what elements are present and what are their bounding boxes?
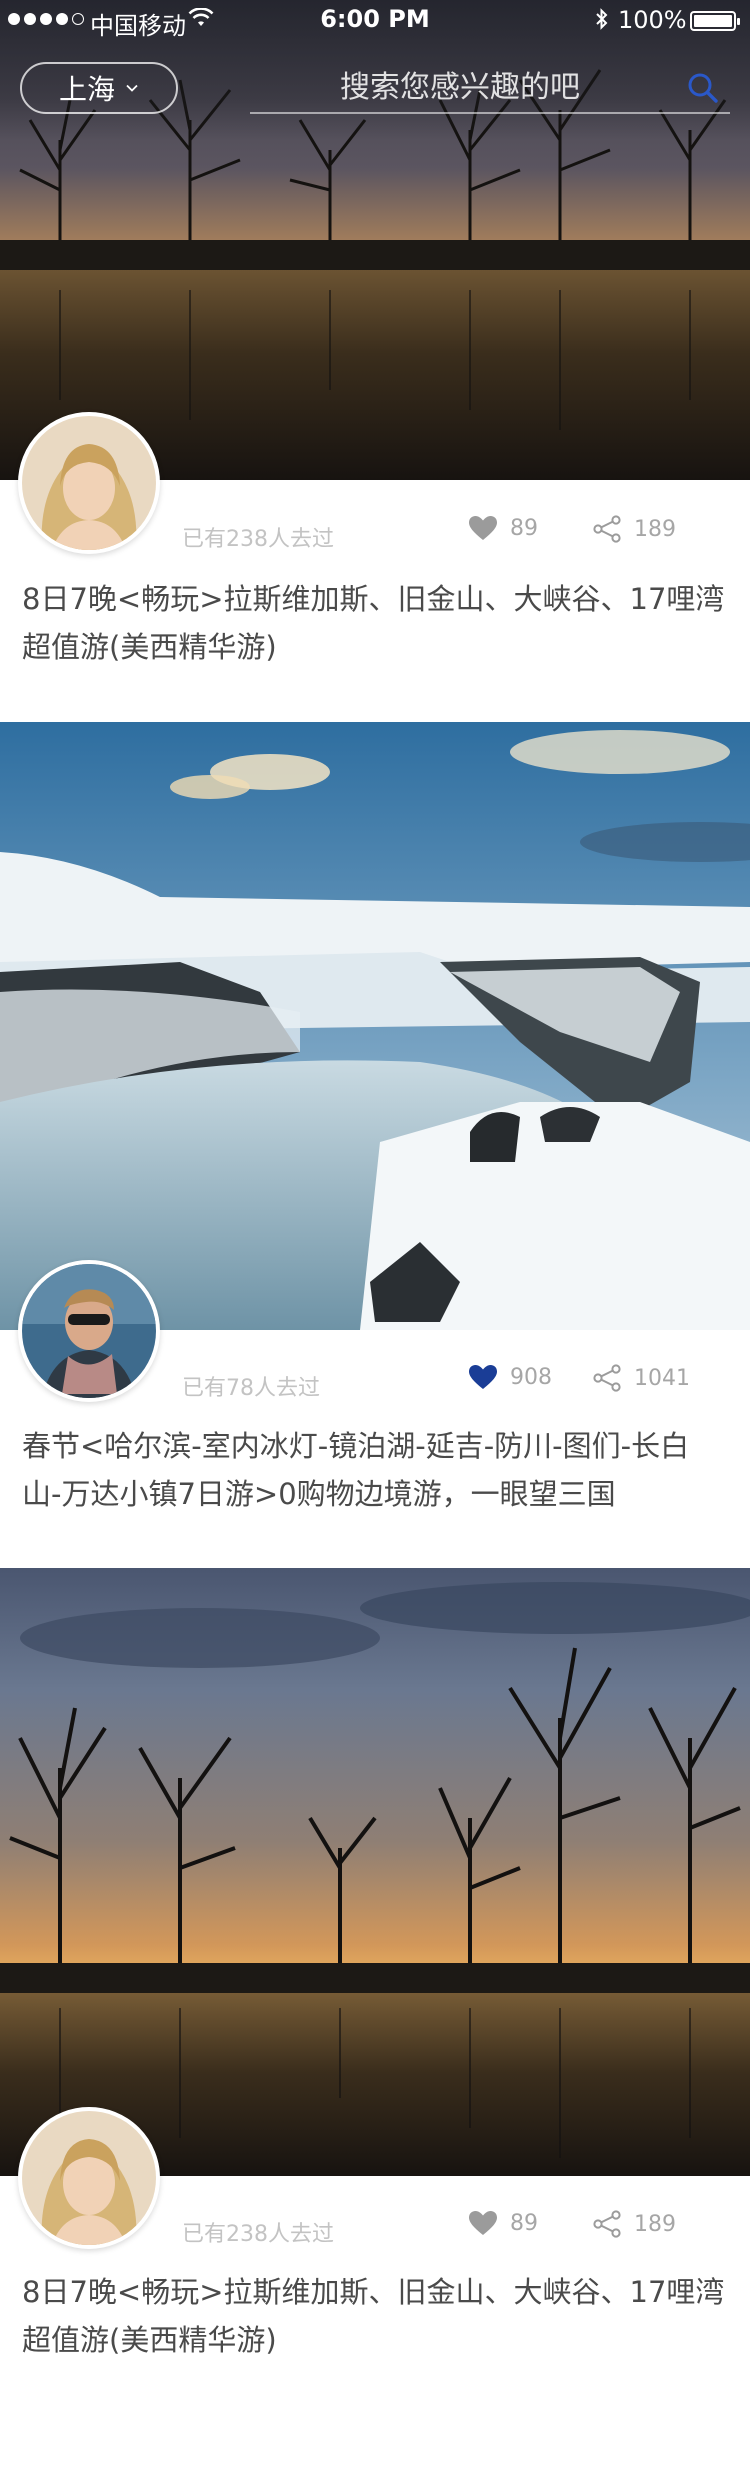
chevron-down-icon [126, 84, 138, 92]
share-count: 189 [634, 516, 676, 542]
like-count: 89 [510, 2210, 538, 2236]
status-bar: 中国移动 6:00 PM 100% [0, 0, 750, 40]
city-selector-button[interactable]: 上海 [20, 62, 178, 114]
share-button[interactable]: 1041 [592, 1364, 690, 1392]
city-label: 上海 [58, 73, 115, 106]
visited-count: 已有238人去过 [182, 2222, 334, 2247]
trip-title[interactable]: 8日7晚<畅玩>拉斯维加斯、旧金山、大峡谷、17哩湾超值游(美西精华游) [22, 2268, 728, 2364]
top-bar: 中国移动 6:00 PM 100% 上海 [0, 0, 750, 140]
trip-meta: 已有78人去过 908 1041 [0, 1364, 750, 1404]
trip-title[interactable]: 春节<哈尔滨-室内冰灯-镜泊湖-延吉-防川-图们-长白山-万达小镇7日游>0购物… [22, 1422, 728, 1518]
battery-icon [690, 11, 740, 31]
share-icon [593, 515, 621, 543]
share-count: 189 [634, 2211, 676, 2237]
like-count: 908 [510, 1364, 552, 1390]
share-icon [593, 1364, 621, 1392]
trip-meta: 已有238人去过 89 189 [0, 2210, 750, 2250]
trip-title[interactable]: 8日7晚<畅玩>拉斯维加斯、旧金山、大峡谷、17哩湾超值游(美西精华游) [22, 575, 728, 671]
trip-cover-image[interactable] [0, 722, 750, 1330]
search-input[interactable] [250, 62, 670, 112]
share-button[interactable]: 189 [592, 2210, 676, 2238]
search-icon[interactable] [686, 71, 720, 105]
like-button[interactable]: 89 [468, 2210, 538, 2236]
heart-icon [469, 1365, 497, 1389]
trip-card[interactable]: 已有78人去过 908 1041 春节<哈尔滨-室内冰灯-镜泊湖-延吉-防川-图… [0, 722, 750, 1568]
trip-meta: 已有238人去过 89 189 [0, 515, 750, 555]
share-icon [593, 2210, 621, 2238]
visited-count: 已有78人去过 [182, 1376, 320, 1401]
share-count: 1041 [634, 1365, 690, 1391]
search-bar [250, 62, 730, 114]
heart-icon [469, 2211, 497, 2235]
like-button[interactable]: 908 [468, 1364, 552, 1390]
share-button[interactable]: 189 [592, 515, 676, 543]
trip-card[interactable]: 已有238人去过 89 189 8日7晚<畅玩>拉斯维加斯、旧金山、大峡谷、17… [0, 1568, 750, 2477]
trip-cover-image[interactable] [0, 1568, 750, 2176]
battery-percentage: 100% [618, 6, 687, 34]
like-count: 89 [510, 515, 538, 541]
like-button[interactable]: 89 [468, 515, 538, 541]
page: 中国移动 6:00 PM 100% 上海 搜索您感兴趣的吧 已有238人去过 8… [0, 0, 750, 2477]
heart-icon [469, 516, 497, 540]
visited-count: 已有238人去过 [182, 527, 334, 552]
bluetooth-icon [596, 8, 608, 30]
